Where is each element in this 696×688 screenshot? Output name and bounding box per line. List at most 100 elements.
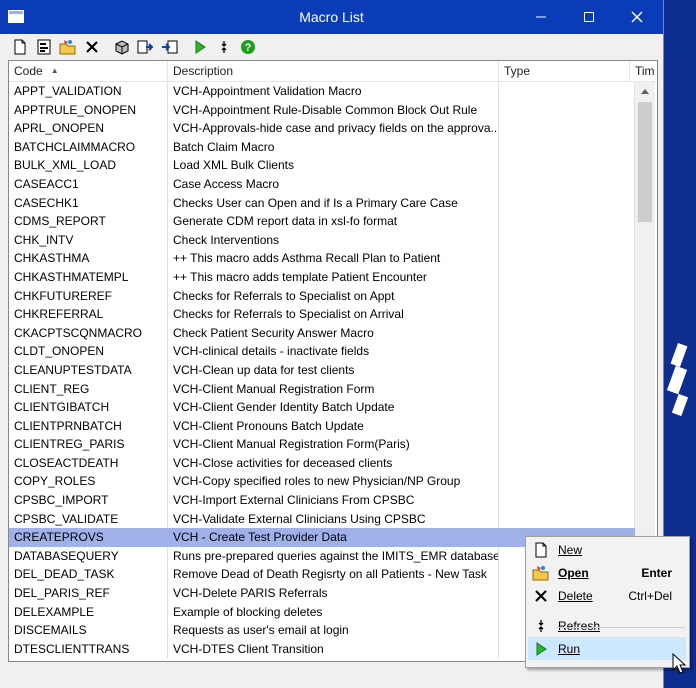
toolbar-new-button[interactable] bbox=[10, 37, 30, 57]
context-menu-label: Run bbox=[558, 641, 581, 656]
minimize-button[interactable] bbox=[518, 0, 564, 34]
table-row[interactable]: CLOSEACTDEATH VCH-Close activities for de… bbox=[9, 453, 635, 473]
row-description-cell: Load XML Bulk Clients bbox=[168, 156, 499, 175]
row-type-cell bbox=[499, 509, 635, 529]
table-row[interactable]: CLIENTREG_PARIS VCH-Client Manual Registr… bbox=[9, 435, 635, 454]
run-play-icon bbox=[528, 641, 554, 656]
row-description-cell: Runs pre-prepared queries against the IM… bbox=[168, 546, 499, 566]
row-description-cell: VCH-Appointment Rule-Disable Common Bloc… bbox=[168, 100, 499, 120]
toolbar-run-button[interactable] bbox=[190, 37, 210, 57]
table-row[interactable]: BULK_XML_LOAD Load XML Bulk Clients bbox=[9, 156, 635, 175]
toolbar-properties-button[interactable] bbox=[34, 37, 54, 57]
table-row[interactable]: CHKFUTUREREF Checks for Referrals to Spec… bbox=[9, 286, 635, 306]
row-description-cell: Checks for Referrals to Specialist on Ap… bbox=[168, 286, 499, 306]
context-menu-label: Refresh bbox=[558, 618, 601, 633]
context-menu-separator bbox=[556, 627, 685, 628]
scrollbar-thumb[interactable] bbox=[638, 102, 652, 222]
row-type-cell bbox=[499, 249, 635, 268]
column-header-type[interactable]: Type bbox=[499, 61, 630, 81]
row-code-cell: CHKASTHMA bbox=[9, 249, 168, 268]
delete-x-icon bbox=[86, 40, 98, 53]
row-type-cell bbox=[499, 100, 635, 120]
row-code-cell: CDMS_REPORT bbox=[9, 212, 168, 231]
toolbar-open-button[interactable] bbox=[58, 37, 78, 57]
scroll-up-button[interactable] bbox=[635, 82, 655, 100]
row-code-cell: CLIENTREG_PARIS bbox=[9, 435, 168, 454]
row-description-cell: Check Interventions bbox=[168, 230, 499, 250]
table-row[interactable]: CLDT_ONOPEN VCH-clinical details - inacti… bbox=[9, 342, 635, 361]
column-header-description[interactable]: Description bbox=[168, 61, 499, 81]
row-description-cell: Requests as user's email at login bbox=[168, 621, 499, 640]
context-menu-item-delete[interactable]: Delete Ctrl+Del bbox=[528, 584, 686, 607]
row-code-cell: CPSBC_IMPORT bbox=[9, 491, 168, 510]
delete-x-icon bbox=[528, 589, 554, 603]
row-type-cell bbox=[499, 267, 635, 287]
row-description-cell: VCH-Client Pronouns Batch Update bbox=[168, 416, 499, 436]
context-menu-item-open[interactable]: Open Enter bbox=[528, 561, 686, 584]
row-description-cell: VCH-Approvals-hide case and privacy fiel… bbox=[168, 119, 499, 138]
table-row[interactable]: APPT_VALIDATION VCH-Appointment Validatio… bbox=[9, 82, 635, 101]
row-description-cell: VCH-Client Manual Registration Form(Pari… bbox=[168, 435, 499, 454]
row-code-cell: DELEXAMPLE bbox=[9, 602, 168, 622]
row-type-cell bbox=[499, 212, 635, 231]
table-row[interactable]: CPSBC_VALIDATE VCH-Validate External Clin… bbox=[9, 509, 635, 529]
table-row[interactable]: BATCHCLAIMMACRO Batch Claim Macro bbox=[9, 137, 635, 157]
table-row[interactable]: CLIENT_REG VCH-Client Manual Registration… bbox=[9, 379, 635, 399]
new-document-icon bbox=[528, 542, 554, 558]
title-bar[interactable]: Macro List bbox=[0, 0, 663, 34]
import-icon bbox=[162, 40, 178, 53]
row-code-cell: BULK_XML_LOAD bbox=[9, 156, 168, 175]
row-type-cell bbox=[499, 119, 635, 138]
help-icon: ? bbox=[241, 39, 255, 54]
row-code-cell: CLIENT_REG bbox=[9, 379, 168, 399]
column-header-time[interactable]: Tim bbox=[630, 61, 657, 81]
context-menu-item-run[interactable]: Run bbox=[528, 637, 686, 660]
row-code-cell: CKACPTSCQNMACRO bbox=[9, 323, 168, 343]
table-row[interactable]: APRL_ONOPEN VCH-Approvals-hide case and p… bbox=[9, 119, 635, 138]
table-row[interactable]: CHKASTHMATEMPL ++ This macro adds templat… bbox=[9, 267, 635, 287]
run-play-icon bbox=[195, 39, 206, 54]
toolbar-import-button[interactable] bbox=[160, 37, 180, 57]
package-icon bbox=[115, 39, 129, 55]
row-description-cell: VCH-Copy specified roles to new Physicia… bbox=[168, 472, 499, 492]
table-row[interactable]: CASEACC1 Case Access Macro bbox=[9, 174, 635, 194]
minimize-icon bbox=[536, 16, 546, 18]
toolbar-refresh-button[interactable] bbox=[214, 37, 234, 57]
row-code-cell: CLIENTPRNBATCH bbox=[9, 416, 168, 436]
table-row[interactable]: COPY_ROLES VCH-Copy specified roles to ne… bbox=[9, 472, 635, 492]
row-description-cell: Remove Dead of Death Regisrty on all Pat… bbox=[168, 565, 499, 585]
table-row[interactable]: CLIENTGIBATCH VCH-Client Gender Identity … bbox=[9, 398, 635, 417]
table-row[interactable]: CHKASTHMA ++ This macro adds Asthma Recal… bbox=[9, 249, 635, 268]
maximize-button[interactable] bbox=[566, 0, 612, 34]
new-document-icon bbox=[14, 39, 26, 54]
svg-text:?: ? bbox=[245, 42, 252, 54]
row-description-cell: VCH-Close activities for deceased client… bbox=[168, 453, 499, 473]
row-description-cell: Checks User can Open and if Is a Primary… bbox=[168, 193, 499, 213]
toolbar-delete-button[interactable] bbox=[82, 37, 102, 57]
table-row[interactable]: CKACPTSCQNMACRO Check Patient Security An… bbox=[9, 323, 635, 343]
row-type-cell bbox=[499, 360, 635, 380]
row-type-cell bbox=[499, 472, 635, 492]
table-row[interactable]: CPSBC_IMPORT VCH-Import External Clinicia… bbox=[9, 491, 635, 510]
table-row[interactable]: CLEANUPTESTDATA VCH-Clean up data for tes… bbox=[9, 360, 635, 380]
toolbar-export-button[interactable] bbox=[136, 37, 156, 57]
row-type-cell bbox=[499, 174, 635, 194]
toolbar-package-button[interactable] bbox=[112, 37, 132, 57]
close-button[interactable] bbox=[614, 0, 660, 34]
table-row[interactable]: CLIENTPRNBATCH VCH-Client Pronouns Batch … bbox=[9, 416, 635, 436]
table-row[interactable]: CASECHK1 Checks User can Open and if Is a… bbox=[9, 193, 635, 213]
table-row[interactable]: CHKREFERRAL Checks for Referrals to Speci… bbox=[9, 305, 635, 324]
row-code-cell: CASEACC1 bbox=[9, 174, 168, 194]
context-menu-item-new[interactable]: New bbox=[528, 538, 686, 561]
column-header-code[interactable]: Code ▲ bbox=[9, 61, 168, 81]
open-folder-icon bbox=[59, 39, 76, 54]
table-row[interactable]: CDMS_REPORT Generate CDM report data in x… bbox=[9, 212, 635, 231]
row-code-cell: CLDT_ONOPEN bbox=[9, 342, 168, 361]
table-row[interactable]: APPTRULE_ONOPEN VCH-Appointment Rule-Disa… bbox=[9, 100, 635, 120]
row-description-cell: Case Access Macro bbox=[168, 174, 499, 194]
row-type-cell bbox=[499, 379, 635, 399]
table-row[interactable]: CHK_INTV Check Interventions bbox=[9, 230, 635, 250]
toolbar-help-button[interactable]: ? bbox=[238, 37, 258, 57]
context-menu-item-refresh[interactable]: Refresh bbox=[528, 614, 686, 637]
row-description-cell: VCH-DTES Client Transition bbox=[168, 639, 499, 659]
